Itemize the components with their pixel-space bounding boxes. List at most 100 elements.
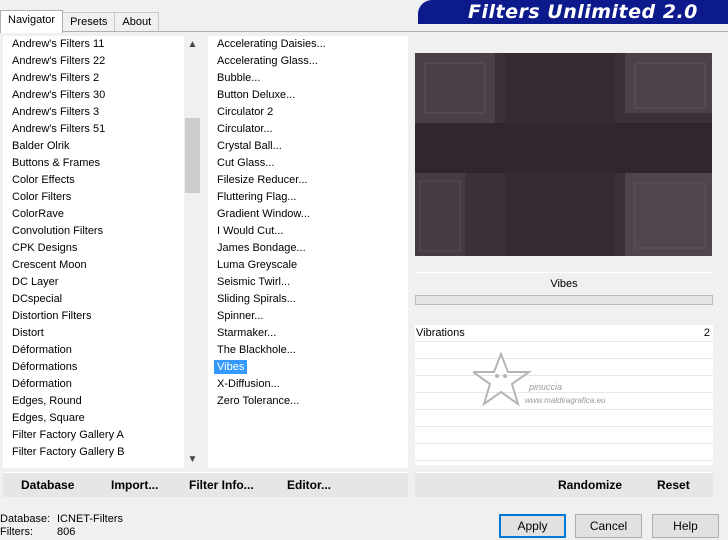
- tab-bar: Navigator Presets About: [0, 10, 160, 33]
- category-item[interactable]: Color Effects: [3, 172, 201, 189]
- category-item[interactable]: Déformations: [3, 359, 201, 376]
- tab-about[interactable]: About: [114, 12, 160, 32]
- filter-item[interactable]: The Blackhole...: [208, 342, 408, 359]
- filter-item[interactable]: James Bondage...: [208, 240, 408, 257]
- category-item[interactable]: Andrew's Filters 3: [3, 104, 201, 121]
- category-item[interactable]: Andrew's Filters 11: [3, 36, 201, 53]
- filter-items: Accelerating Daisies... Accelerating Glas…: [208, 36, 408, 410]
- filter-item[interactable]: I Would Cut...: [208, 223, 408, 240]
- param-label: Vibrations: [416, 327, 465, 339]
- status-area: Database: ICNET-Filters Filters: 806: [0, 513, 123, 539]
- category-item[interactable]: Déformation: [3, 376, 201, 393]
- filter-item[interactable]: Circulator...: [208, 121, 408, 138]
- cancel-button[interactable]: Cancel: [575, 514, 642, 538]
- category-item[interactable]: Distortion Filters: [3, 308, 201, 325]
- scroll-thumb[interactable]: [185, 118, 200, 193]
- status-filters-value: 806: [57, 526, 76, 538]
- editor-button[interactable]: Editor...: [283, 473, 335, 498]
- filter-item[interactable]: Starmaker...: [208, 325, 408, 342]
- filter-item[interactable]: Spinner...: [208, 308, 408, 325]
- category-item[interactable]: DCspecial: [3, 291, 201, 308]
- category-item[interactable]: Déformation: [3, 342, 201, 359]
- category-item[interactable]: Color Filters: [3, 189, 201, 206]
- filter-item[interactable]: Accelerating Daisies...: [208, 36, 408, 53]
- category-item[interactable]: Buttons & Frames: [3, 155, 201, 172]
- filter-item[interactable]: Circulator 2: [208, 104, 408, 121]
- filter-name-display: Vibes: [415, 272, 713, 294]
- category-item[interactable]: Edges, Round: [3, 393, 201, 410]
- tab-presets[interactable]: Presets: [62, 12, 116, 32]
- category-item[interactable]: Edges, Square: [3, 410, 201, 427]
- category-item[interactable]: Andrew's Filters 51: [3, 121, 201, 138]
- filter-item-label: Crystal Ball...: [217, 140, 282, 152]
- status-database-label: Database:: [0, 513, 51, 525]
- randomize-button[interactable]: Randomize: [554, 473, 626, 498]
- filter-item[interactable]: Luma Greyscale: [208, 257, 408, 274]
- apply-button[interactable]: Apply: [499, 514, 566, 538]
- filter-item[interactable]: Accelerating Glass...: [208, 53, 408, 70]
- right-button-bar: Randomize Reset: [415, 472, 713, 497]
- filter-item-label: Filesize Reducer...: [217, 174, 308, 186]
- chevron-down-icon[interactable]: ▼: [184, 451, 201, 468]
- category-item[interactable]: Andrew's Filters 2: [3, 70, 201, 87]
- category-item[interactable]: DC Layer: [3, 274, 201, 291]
- category-item[interactable]: Convolution Filters: [3, 223, 201, 240]
- help-button[interactable]: Help: [652, 514, 719, 538]
- param-value[interactable]: 2: [704, 325, 710, 342]
- param-row-empty: [415, 410, 713, 427]
- filter-item[interactable]: Sliding Spirals...: [208, 291, 408, 308]
- filter-item-label: James Bondage...: [217, 242, 306, 254]
- category-scrollbar[interactable]: ▲ ▼: [184, 36, 201, 468]
- category-list[interactable]: Andrew's Filters 11 Andrew's Filters 22 An…: [3, 36, 201, 468]
- reset-button[interactable]: Reset: [653, 473, 694, 498]
- filter-item[interactable]: Fluttering Flag...: [208, 189, 408, 206]
- tab-navigator[interactable]: Navigator: [0, 10, 64, 33]
- filter-item-label: Button Deluxe...: [217, 89, 296, 101]
- filter-item-label: Zero Tolerance...: [217, 395, 300, 407]
- filter-item-label: Spinner...: [217, 310, 264, 322]
- filter-item-label: Luma Greyscale: [217, 259, 298, 271]
- param-row-empty: [415, 427, 713, 444]
- category-item[interactable]: Filter Factory Gallery A: [3, 427, 201, 444]
- watermark: pinuccia www.maldiragrafica.eu: [469, 351, 643, 412]
- star-icon: [469, 351, 533, 407]
- category-item[interactable]: Andrew's Filters 30: [3, 87, 201, 104]
- filter-item[interactable]: X-Diffusion...: [208, 376, 408, 393]
- filter-list[interactable]: Accelerating Daisies... Accelerating Glas…: [208, 36, 408, 468]
- progress-bar: [415, 295, 713, 305]
- filter-item[interactable]: Cut Glass...: [208, 155, 408, 172]
- filter-item[interactable]: Gradient Window...: [208, 206, 408, 223]
- filter-item-label: Cut Glass...: [217, 157, 275, 169]
- category-item[interactable]: Andrew's Filters 22: [3, 53, 201, 70]
- filter-item[interactable]: Bubble...: [208, 70, 408, 87]
- watermark-url: www.maldiragrafica.eu: [525, 396, 606, 405]
- filter-item-label: Sliding Spirals...: [217, 293, 296, 305]
- filter-item-label: Gradient Window...: [217, 208, 310, 220]
- category-item[interactable]: Crescent Moon: [3, 257, 201, 274]
- category-item[interactable]: ColorRave: [3, 206, 201, 223]
- filter-info-button[interactable]: Filter Info...: [185, 473, 258, 498]
- filter-item[interactable]: Vibes: [208, 359, 408, 376]
- category-items: Andrew's Filters 11 Andrew's Filters 22 An…: [3, 36, 201, 461]
- category-item[interactable]: Filter Factory Gallery B: [3, 444, 201, 461]
- filter-item[interactable]: Filesize Reducer...: [208, 172, 408, 189]
- status-filters-label: Filters:: [0, 526, 33, 538]
- param-row-empty: [415, 444, 713, 461]
- filter-item[interactable]: Zero Tolerance...: [208, 393, 408, 410]
- filter-item-label: Circulator...: [217, 123, 273, 135]
- filter-item[interactable]: Button Deluxe...: [208, 87, 408, 104]
- chevron-up-icon[interactable]: ▲: [184, 36, 201, 53]
- param-row[interactable]: Vibrations 2: [415, 325, 713, 342]
- category-item[interactable]: Distort: [3, 325, 201, 342]
- filter-item[interactable]: Crystal Ball...: [208, 138, 408, 155]
- database-button[interactable]: Database: [17, 473, 78, 498]
- filter-item[interactable]: Seismic Twirl...: [208, 274, 408, 291]
- filter-item-label: Vibes: [214, 360, 248, 374]
- filter-item-label: Accelerating Glass...: [217, 55, 318, 67]
- filter-item-label: Accelerating Daisies...: [217, 38, 326, 50]
- app-title: Filters Unlimited 2.0: [418, 0, 728, 24]
- category-item[interactable]: CPK Designs: [3, 240, 201, 257]
- filter-item-label: Circulator 2: [217, 106, 274, 118]
- import-button[interactable]: Import...: [107, 473, 162, 498]
- category-item[interactable]: Balder Olrik: [3, 138, 201, 155]
